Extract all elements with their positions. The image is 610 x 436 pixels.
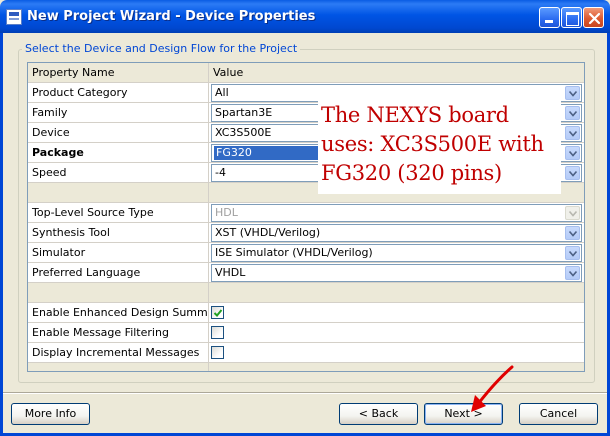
property-name: Speed (28, 163, 209, 183)
property-name: Family (28, 103, 209, 123)
enable-message-filtering-checkbox[interactable] (211, 326, 224, 339)
title-bar: New Project Wizard - Device Properties (0, 0, 610, 33)
dropdown-button (565, 206, 580, 220)
column-header-value: Value (209, 63, 584, 83)
red-arrow-icon (471, 365, 514, 412)
chevron-down-icon (569, 271, 577, 277)
select-value: All (215, 86, 229, 99)
simulator-select[interactable]: ISE Simulator (VHDL/Verilog) (211, 244, 582, 262)
property-name: Preferred Language (28, 263, 209, 283)
property-name: Simulator (28, 243, 209, 263)
preferred-language-select[interactable]: VHDL (211, 264, 582, 282)
column-header-property-name: Property Name (28, 63, 209, 83)
table-row: Display Incremental Messages (28, 343, 584, 363)
display-incremental-messages-checkbox[interactable] (211, 346, 224, 359)
select-value: XST (VHDL/Verilog) (215, 226, 321, 239)
window-title: New Project Wizard - Device Properties (27, 9, 316, 24)
chevron-down-icon (569, 231, 577, 237)
table-row: Simulator ISE Simulator (VHDL/Verilog) (28, 243, 584, 263)
project-wizard-icon (6, 9, 22, 25)
table-header: Property Name Value (28, 63, 584, 83)
dropdown-button[interactable] (565, 126, 580, 140)
property-name: Enable Enhanced Design Summary (28, 303, 209, 323)
dropdown-button[interactable] (565, 166, 580, 180)
synthesis-tool-select[interactable]: XST (VHDL/Verilog) (211, 224, 582, 242)
dropdown-button[interactable] (565, 266, 580, 280)
chevron-down-icon (569, 171, 577, 177)
dropdown-button[interactable] (565, 106, 580, 120)
property-name: Enable Message Filtering (28, 323, 209, 343)
select-value: Spartan3E (215, 106, 273, 119)
table-row: Enable Enhanced Design Summary (28, 303, 584, 323)
select-value: -4 (215, 166, 226, 179)
chevron-down-icon (569, 131, 577, 137)
close-icon (588, 12, 601, 25)
property-name: Top-Level Source Type (28, 203, 209, 223)
dropdown-button[interactable] (565, 86, 580, 100)
chevron-down-icon (569, 211, 577, 217)
group-title: Select the Device and Design Flow for th… (22, 42, 301, 55)
chevron-down-icon (569, 91, 577, 97)
chevron-down-icon (569, 111, 577, 117)
property-name: Synthesis Tool (28, 223, 209, 243)
table-row: Preferred Language VHDL (28, 263, 584, 283)
maximize-button[interactable] (561, 7, 582, 28)
annotation-line: FG320 (320 pins) (321, 161, 502, 185)
close-button[interactable] (583, 7, 604, 28)
cancel-button[interactable]: Cancel (519, 403, 598, 425)
chevron-down-icon (569, 251, 577, 257)
select-value: VHDL (215, 266, 246, 279)
dropdown-button[interactable] (565, 246, 580, 260)
property-name: Package (28, 143, 209, 163)
annotation-line: The NEXYS board (321, 103, 509, 127)
annotation-line: uses: XC3S500E with (321, 132, 544, 156)
dropdown-button[interactable] (565, 226, 580, 240)
select-value: ISE Simulator (VHDL/Verilog) (215, 246, 373, 259)
property-name: Product Category (28, 83, 209, 103)
table-spacer-row (28, 283, 584, 303)
back-button[interactable]: < Back (339, 403, 418, 425)
minimize-button[interactable] (539, 7, 560, 28)
annotation-note: The NEXYS board uses: XC3S500E with FG32… (318, 98, 561, 194)
select-value: XC3S500E (215, 126, 272, 139)
top-level-source-type-select: HDL (211, 204, 582, 222)
property-name: Display Incremental Messages (28, 343, 209, 363)
select-value: HDL (215, 206, 238, 219)
property-name: Device (28, 123, 209, 143)
enable-enhanced-design-summary-checkbox[interactable] (211, 306, 224, 319)
table-row: Synthesis Tool XST (VHDL/Verilog) (28, 223, 584, 243)
window-border-left (0, 33, 3, 436)
checkmark-icon (213, 309, 223, 317)
dropdown-button[interactable] (565, 146, 580, 160)
chevron-down-icon (569, 151, 577, 157)
table-row: Enable Message Filtering (28, 323, 584, 343)
table-row: Top-Level Source Type HDL (28, 203, 584, 223)
more-info-button[interactable]: More Info (11, 403, 90, 425)
